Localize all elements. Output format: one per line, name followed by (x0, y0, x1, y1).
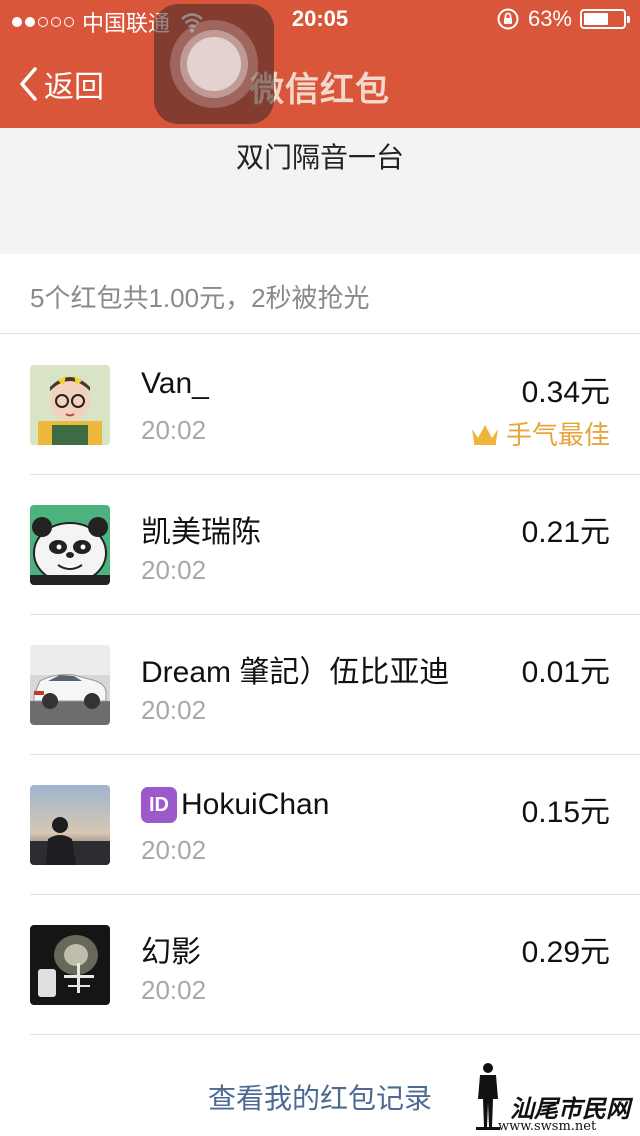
claim-time: 20:02 (141, 975, 207, 1005)
claim-amount: 0.34元 (521, 376, 610, 409)
watermark-url: www.swsm.net (498, 1119, 597, 1134)
status-bar-right: 63% (496, 6, 630, 32)
claim-time: 20:02 (141, 555, 207, 585)
rotation-lock-icon (497, 8, 519, 30)
site-watermark: 汕尾市民网 www.swsm.net (470, 1061, 630, 1135)
girl-photo-avatar (30, 365, 110, 445)
summary-text: 5个红包共1.00元，2秒被抢光 (30, 283, 370, 313)
list-item[interactable]: 凯美瑞陈 20:02 0.21元 (0, 475, 640, 615)
claimant-name: Dream 肇記）伍比亚迪 (141, 656, 450, 689)
red-packet-header: 双门隔音一台 (0, 128, 640, 254)
claim-time: 20:02 (141, 835, 207, 865)
red-packet-message: 双门隔音一台 (235, 142, 404, 173)
claimant-name: 幻影 (141, 936, 201, 969)
silhouette-sunset-avatar (30, 785, 110, 865)
claimant-name-text: HokuiChan (181, 788, 330, 821)
footer: 查看我的红包记录 汕尾市民网 www.swsm.net (0, 1035, 640, 1136)
list-item[interactable]: Dream 肇記）伍比亚迪 20:02 0.01元 (0, 615, 640, 755)
red-packet-summary: 5个红包共1.00元，2秒被抢光 (0, 254, 640, 334)
claim-amount: 0.01元 (521, 656, 610, 689)
claimant-name: ID HokuiChan (141, 787, 329, 823)
claim-time: 20:02 (141, 695, 207, 725)
assistive-touch-ring (187, 37, 241, 91)
page-title: 微信红包 (250, 71, 390, 109)
claim-amount: 0.15元 (521, 796, 610, 829)
status-bar: 中国联通 20:05 63% (0, 0, 640, 40)
white-car-avatar (30, 645, 110, 725)
claimant-name: 凯美瑞陈 (141, 516, 261, 549)
claim-time: 20:02 (141, 415, 207, 445)
battery-icon (580, 9, 630, 29)
battery-level (584, 13, 608, 25)
claimant-name: Van_ (141, 367, 209, 400)
list-item[interactable]: Van_ 20:02 0.34元 手气最佳 (0, 335, 640, 475)
claim-amount: 0.21元 (521, 516, 610, 549)
best-luck-label: 手气最佳 (505, 420, 610, 450)
list-item[interactable]: 幻影 20:02 0.29元 (0, 895, 640, 1035)
list-item[interactable]: ID HokuiChan 20:02 0.15元 (0, 755, 640, 895)
dark-poster-avatar (30, 925, 110, 1005)
crown-icon (471, 424, 498, 445)
claims-list: Van_ 20:02 0.34元 手气最佳 凯美瑞陈 20:02 0.21元 D… (0, 335, 640, 1035)
best-luck-badge: 手气最佳 (470, 415, 610, 452)
navigation-bar: 返回 微信红包 (0, 40, 640, 128)
id-badge-icon: ID (141, 787, 177, 823)
battery-percent: 63% (527, 6, 572, 31)
panda-cartoon-avatar (30, 505, 110, 585)
claim-amount: 0.29元 (521, 936, 610, 969)
assistive-touch-button[interactable] (154, 4, 274, 124)
